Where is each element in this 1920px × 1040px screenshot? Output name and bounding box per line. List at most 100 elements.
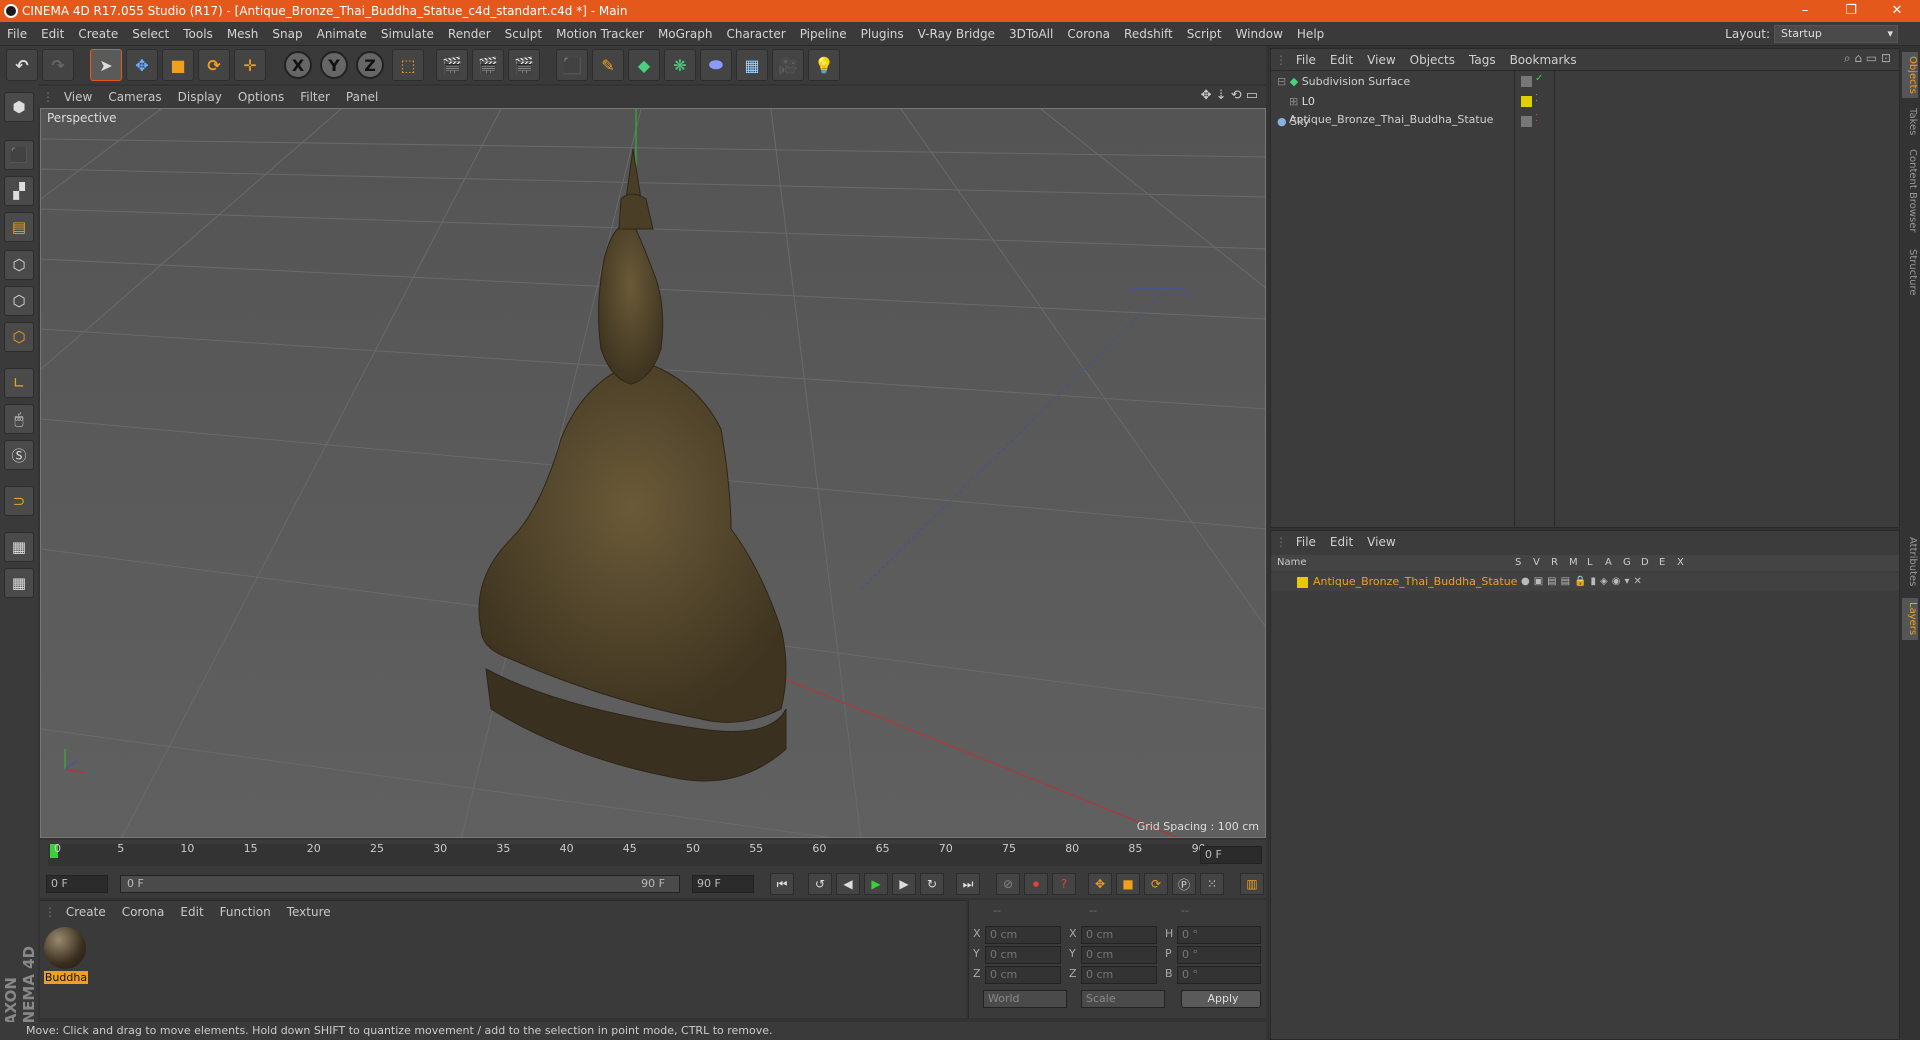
menu-file[interactable]: File bbox=[0, 22, 34, 46]
layer-column-e[interactable]: E bbox=[1659, 555, 1665, 571]
layer-menu-edit[interactable]: Edit bbox=[1323, 531, 1360, 553]
menu-simulate[interactable]: Simulate bbox=[374, 22, 441, 46]
workplane-lock-button[interactable]: ▦ bbox=[4, 532, 34, 562]
render-settings-button[interactable]: 🎬 bbox=[508, 49, 540, 81]
visibility-dots-icon[interactable]: ⁚ bbox=[1535, 113, 1538, 124]
timeline-window-button[interactable]: ▥ bbox=[1240, 873, 1264, 895]
layer-color-swatch[interactable] bbox=[1297, 577, 1308, 588]
perspective-viewport[interactable]: Perspective Grid Spacing : 100 cm bbox=[40, 108, 1266, 838]
render-view-button[interactable]: 🎬 bbox=[436, 49, 468, 81]
x-axis-button[interactable]: X bbox=[284, 51, 312, 79]
tweak-mode-button[interactable]: 🖱 bbox=[4, 404, 34, 434]
key-pla-button[interactable]: ⁙ bbox=[1200, 873, 1224, 895]
viewport-menu-display[interactable]: Display bbox=[170, 86, 230, 108]
keyframe-selection-button[interactable]: ? bbox=[1052, 873, 1076, 895]
next-frame-button[interactable]: ▶ bbox=[892, 873, 916, 895]
axis-mode-button[interactable]: ∟ bbox=[4, 368, 34, 398]
live-select-button[interactable]: ➤ bbox=[90, 49, 122, 81]
coord-position-field[interactable]: 0 cm bbox=[985, 926, 1061, 944]
menu-corona[interactable]: Corona bbox=[1060, 22, 1117, 46]
coord-size-field[interactable]: 0 cm bbox=[1081, 926, 1157, 944]
light-button[interactable]: 💡 bbox=[808, 49, 840, 81]
object-row-buddha[interactable]: ⊞ L0 Antique_Bronze_Thai_Buddha_Statue bbox=[1289, 93, 1514, 126]
tab-objects[interactable]: Objects bbox=[1902, 52, 1918, 98]
object-row-subdivision[interactable]: ⊟ ◆ Subdivision Surface bbox=[1277, 73, 1410, 91]
record-keys-button[interactable]: ⊘ bbox=[996, 873, 1020, 895]
layer-menu-view[interactable]: View bbox=[1360, 531, 1402, 553]
layer-column-a[interactable]: A bbox=[1605, 555, 1612, 571]
floor-button[interactable]: ▦ bbox=[736, 49, 768, 81]
y-axis-button[interactable]: Y bbox=[320, 51, 348, 79]
edges-mode-button[interactable]: ⬡ bbox=[4, 286, 34, 316]
snap-button[interactable]: Ⓢ bbox=[4, 440, 34, 470]
object-search-icon[interactable]: ⌕ ⌂ ▭ ⊡ bbox=[1844, 51, 1891, 66]
z-axis-button[interactable]: Z bbox=[356, 51, 384, 79]
menu-window[interactable]: Window bbox=[1229, 22, 1290, 46]
layer-column-x[interactable]: X bbox=[1677, 555, 1684, 571]
subdivision-button[interactable]: ◆ bbox=[628, 49, 660, 81]
object-menu-objects[interactable]: Objects bbox=[1403, 49, 1462, 71]
object-menu-bookmarks[interactable]: Bookmarks bbox=[1503, 49, 1584, 71]
coord-position-field[interactable]: 0 cm bbox=[985, 966, 1061, 984]
viewport-menu-cameras[interactable]: Cameras bbox=[100, 86, 169, 108]
render-picture-viewer-button[interactable]: 🎬 bbox=[472, 49, 504, 81]
move-button[interactable]: ✥ bbox=[126, 49, 158, 81]
menu-motion-tracker[interactable]: Motion Tracker bbox=[549, 22, 651, 46]
tab-attributes[interactable]: Attributes bbox=[1902, 532, 1918, 592]
layer-column-m[interactable]: M bbox=[1569, 555, 1578, 571]
check-icon[interactable]: ✓ bbox=[1535, 73, 1543, 84]
object-menu-file[interactable]: File bbox=[1289, 49, 1323, 71]
go-to-end-button[interactable]: ⏭ bbox=[956, 873, 980, 895]
cube-button[interactable]: ⬛ bbox=[556, 49, 588, 81]
coord-size-field[interactable]: 0 cm bbox=[1081, 946, 1157, 964]
menu-edit[interactable]: Edit bbox=[34, 22, 71, 46]
tab-layers[interactable]: Layers bbox=[1902, 598, 1918, 640]
menu-sculpt[interactable]: Sculpt bbox=[498, 22, 549, 46]
layer-color-box[interactable] bbox=[1521, 116, 1532, 127]
material-menu-create[interactable]: Create bbox=[58, 901, 114, 923]
frame-range-slider[interactable]: 0 F 90 F bbox=[120, 875, 680, 893]
deformer-button[interactable]: ⬬ bbox=[700, 49, 732, 81]
object-menu-tags[interactable]: Tags bbox=[1462, 49, 1503, 71]
menu-select[interactable]: Select bbox=[125, 22, 176, 46]
viewport-menu-view[interactable]: View bbox=[56, 86, 100, 108]
menu-vray-bridge[interactable]: V-Ray Bridge bbox=[911, 22, 1002, 46]
coordinate-system-button[interactable]: ⬚ bbox=[392, 49, 424, 81]
transform-button[interactable]: ✛ bbox=[234, 49, 266, 81]
object-row-sky[interactable]: ● Sky bbox=[1277, 113, 1310, 131]
tab-content-browser[interactable]: Content Browser bbox=[1902, 146, 1918, 236]
menu-mograph[interactable]: MoGraph bbox=[651, 22, 720, 46]
coord-size-field[interactable]: 0 cm bbox=[1081, 966, 1157, 984]
material-menu-edit[interactable]: Edit bbox=[172, 901, 211, 923]
texture-mode-button[interactable]: ▞ bbox=[4, 176, 34, 206]
viewport-menu-panel[interactable]: Panel bbox=[338, 86, 386, 108]
make-editable-button[interactable]: ⬢ bbox=[4, 92, 34, 122]
minimize-button[interactable]: – bbox=[1782, 0, 1828, 22]
layer-column-r[interactable]: R bbox=[1551, 555, 1558, 571]
coord-position-field[interactable]: 0 cm bbox=[985, 946, 1061, 964]
material-menu-texture[interactable]: Texture bbox=[279, 901, 339, 923]
key-rotation-button[interactable]: ⟳ bbox=[1144, 873, 1168, 895]
layout-select[interactable]: Startup ▾ bbox=[1774, 25, 1898, 43]
viewport-menu-filter[interactable]: Filter bbox=[292, 86, 338, 108]
viewport-nav-icons[interactable]: ✥ ⇣ ⟲ ▭ bbox=[1201, 88, 1258, 103]
material-menu-function[interactable]: Function bbox=[212, 901, 279, 923]
layer-column-v[interactable]: V bbox=[1533, 555, 1540, 571]
previous-frame-button[interactable]: ◀ bbox=[836, 873, 860, 895]
polygons-mode-button[interactable]: ⬡ bbox=[4, 322, 34, 352]
camera-button[interactable]: 🎥 bbox=[772, 49, 804, 81]
next-key-button[interactable]: ↻ bbox=[920, 873, 944, 895]
menu-pipeline[interactable]: Pipeline bbox=[793, 22, 854, 46]
layer-column-g[interactable]: G bbox=[1623, 555, 1631, 571]
menu-tools[interactable]: Tools bbox=[176, 22, 220, 46]
close-button[interactable]: ✕ bbox=[1874, 0, 1920, 22]
coord-rotation-field[interactable]: 0 ° bbox=[1177, 966, 1261, 984]
model-mode-button[interactable]: ⬛ bbox=[4, 140, 34, 170]
layer-color-box[interactable] bbox=[1521, 76, 1532, 87]
layer-menu-file[interactable]: File bbox=[1289, 531, 1323, 553]
autokey-button[interactable]: ⏺ bbox=[1024, 873, 1048, 895]
redo-button[interactable]: ↷ bbox=[42, 49, 74, 81]
layer-row[interactable]: Antique_Bronze_Thai_Buddha_Statue ●▣▤▤🔒▮… bbox=[1271, 573, 1899, 591]
viewport-menu-options[interactable]: Options bbox=[230, 86, 292, 108]
points-mode-button[interactable]: ⬡ bbox=[4, 250, 34, 280]
